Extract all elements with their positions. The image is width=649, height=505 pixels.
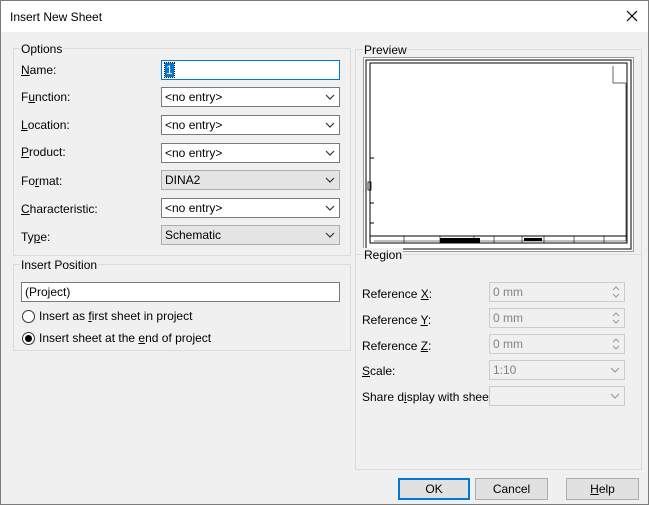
characteristic-label: Characteristic: <box>21 202 98 216</box>
insert-first-label: Insert as first sheet in project <box>39 309 193 323</box>
product-label: Product: <box>21 145 66 159</box>
chevron-down-icon <box>325 177 335 183</box>
insert-first-radio[interactable]: Insert as first sheet in project <box>22 309 192 323</box>
sheet-preview <box>363 57 634 252</box>
preview-legend: Preview <box>363 43 408 57</box>
format-select[interactable]: DINA2 <box>161 170 340 190</box>
type-select[interactable]: Schematic <box>161 225 340 245</box>
spin-updown-icon[interactable] <box>609 310 623 326</box>
reference-z-value: 0 mm <box>493 337 523 351</box>
close-icon <box>626 10 638 22</box>
reference-y-value: 0 mm <box>493 311 523 325</box>
location-select[interactable]: <no entry> <box>161 115 340 135</box>
radio-circle <box>22 309 35 323</box>
region-legend: Region <box>363 248 404 262</box>
insert-end-radio[interactable]: Insert sheet at the end of project <box>22 331 211 345</box>
reference-x-value: 0 mm <box>493 285 523 299</box>
type-value: Schematic <box>165 228 222 242</box>
window-title: Insert New Sheet <box>10 10 103 24</box>
characteristic-value: <no entry> <box>165 201 223 215</box>
chevron-down-icon <box>610 393 620 399</box>
format-value: DINA2 <box>165 173 201 187</box>
product-select[interactable]: <no entry> <box>161 143 340 163</box>
name-input-value: 1 <box>164 62 175 78</box>
insert-position-value: (Project) <box>25 285 71 299</box>
help-button[interactable]: Help <box>566 478 639 500</box>
name-label: Name: <box>21 63 57 77</box>
insert-new-sheet-dialog: Insert New Sheet Options Name: 1 Functio… <box>0 0 649 505</box>
chevron-down-icon <box>325 150 335 156</box>
cancel-button[interactable]: Cancel <box>475 478 548 500</box>
sheet-preview-image <box>365 59 632 250</box>
reference-y-label: Reference Y: <box>362 313 432 327</box>
characteristic-select[interactable]: <no entry> <box>161 198 340 218</box>
scale-value: 1:10 <box>493 363 517 377</box>
radio-circle-selected <box>22 331 35 345</box>
insert-end-label: Insert sheet at the end of project <box>39 331 212 345</box>
reference-x-label: Reference X: <box>362 287 433 301</box>
reference-z-input[interactable]: 0 mm <box>489 334 625 354</box>
scale-select[interactable]: 1:10 <box>489 360 625 380</box>
reference-z-label: Reference Z: <box>362 339 432 353</box>
insert-position-legend: Insert Position <box>20 258 99 272</box>
reference-y-input[interactable]: 0 mm <box>489 308 625 328</box>
options-legend: Options <box>20 42 64 56</box>
type-label: Type: <box>21 230 51 244</box>
scale-label: Scale: <box>362 364 396 378</box>
close-button[interactable] <box>618 3 646 29</box>
location-value: <no entry> <box>165 118 223 132</box>
title-bar: Insert New Sheet <box>1 1 648 32</box>
chevron-down-icon <box>610 367 620 373</box>
chevron-down-icon <box>325 94 335 100</box>
location-label: Location: <box>21 118 70 132</box>
format-label: Format: <box>21 174 63 188</box>
share-display-select[interactable] <box>489 386 625 406</box>
share-display-label: Share display with sheet: <box>362 390 496 404</box>
function-value: <no entry> <box>165 90 223 104</box>
name-input[interactable]: 1 <box>161 60 340 80</box>
product-value: <no entry> <box>165 146 223 160</box>
chevron-down-icon <box>325 232 335 238</box>
function-label: Function: <box>21 90 71 104</box>
function-select[interactable]: <no entry> <box>161 87 340 107</box>
chevron-down-icon <box>325 205 335 211</box>
spin-updown-icon[interactable] <box>609 336 623 352</box>
ok-button[interactable]: OK <box>398 478 470 500</box>
reference-x-input[interactable]: 0 mm <box>489 282 625 302</box>
insert-position-field: (Project) <box>21 282 340 302</box>
spin-updown-icon[interactable] <box>609 284 623 300</box>
chevron-down-icon <box>325 122 335 128</box>
